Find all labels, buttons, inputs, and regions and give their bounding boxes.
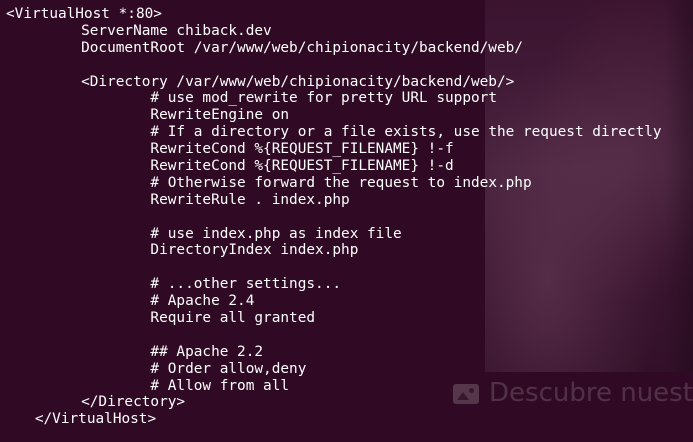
config-line: # Apache 2.4	[150, 293, 255, 310]
config-line: # Otherwise forward the request to index…	[150, 174, 532, 191]
config-line: # use index.php as index file	[150, 225, 402, 242]
config-line: <Directory /var/www/web/chipionacity/bac…	[81, 73, 515, 90]
config-line: # Allow from all	[150, 377, 290, 394]
config-line: RewriteRule . index.php	[150, 191, 350, 208]
config-line: </Directory>	[81, 394, 186, 411]
config-line: Require all granted	[150, 310, 316, 327]
apache-config-text[interactable]: <VirtualHost *:80> ServerName chiback.dev…	[6, 6, 662, 428]
terminal-window[interactable]: Descubre nuest <VirtualHost *:80> ServerN…	[0, 0, 693, 442]
config-line: DirectoryIndex index.php	[150, 242, 359, 259]
config-line: ServerName chiback.dev	[81, 22, 272, 39]
config-line: </VirtualHost>	[34, 411, 157, 428]
config-line	[6, 209, 662, 226]
config-line	[6, 327, 662, 344]
config-line: # Order allow,deny	[150, 360, 307, 377]
config-line: # If a directory or a file exists, use t…	[150, 124, 662, 141]
config-line: RewriteCond %{REQUEST_FILENAME} !-d	[150, 158, 454, 175]
config-line: DocumentRoot /var/www/web/chipionacity/b…	[81, 39, 523, 56]
background-photo-shade	[665, 0, 693, 372]
config-line	[6, 259, 662, 276]
config-line: <VirtualHost *:80>	[6, 6, 162, 22]
config-line: RewriteEngine on	[150, 107, 290, 124]
config-line	[6, 57, 662, 74]
config-line: RewriteCond %{REQUEST_FILENAME} !-f	[150, 141, 454, 158]
config-line: ## Apache 2.2	[150, 343, 264, 360]
config-line: # use mod_rewrite for pretty URL support	[150, 90, 497, 107]
config-line: # ...other settings...	[150, 276, 342, 293]
